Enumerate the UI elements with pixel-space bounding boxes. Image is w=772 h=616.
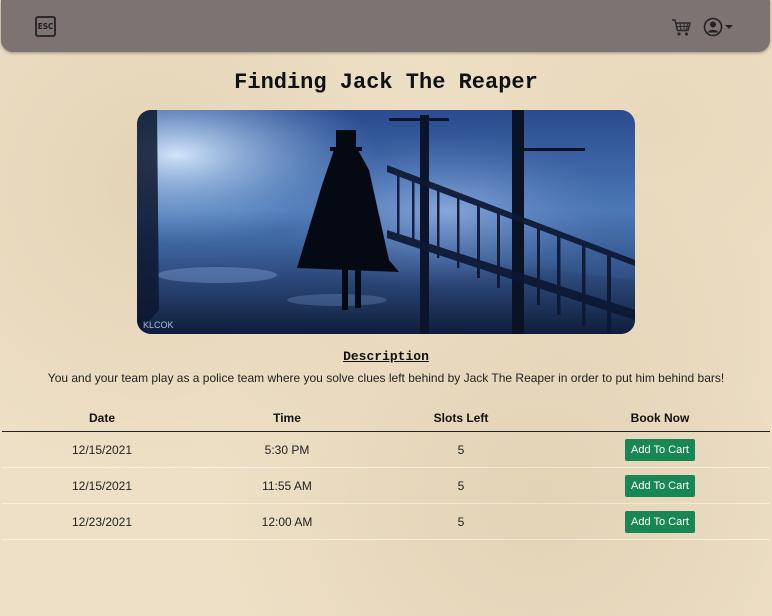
escape-room-image: KLCOK [137,110,635,334]
chevron-down-icon [725,25,733,29]
image-watermark: KLCOK [143,320,174,330]
column-header-time: Time [202,404,372,432]
cell-slots-left: 5 [372,503,550,540]
add-to-cart-button[interactable]: Add To Cart [625,438,695,461]
column-header-date: Date [2,404,202,432]
cell-date: 12/15/2021 [2,467,202,504]
cell-book-now: Add To Cart [550,467,770,504]
cell-date: 12/15/2021 [2,431,202,468]
cell-time: 12:00 AM [202,503,372,540]
cell-book-now: Add To Cart [550,431,770,468]
description-heading: Description [343,349,429,364]
cell-date: 12/23/2021 [2,503,202,540]
column-header-book-now: Book Now [550,404,770,432]
description-text: You and your team play as a police team … [47,371,725,385]
cell-slots-left: 5 [372,467,550,504]
column-header-slots-left: Slots Left [372,404,550,432]
esc-logo[interactable]: ESC [35,16,56,37]
cell-time: 11:55 AM [202,467,372,504]
cell-slots-left: 5 [372,431,550,468]
cell-time: 5:30 PM [202,431,372,468]
user-circle-icon [703,17,723,37]
add-to-cart-button[interactable]: Add To Cart [625,510,695,533]
table-row: 12/15/2021 11:55 AM 5 Add To Cart [2,467,770,504]
schedule-table: Date Time Slots Left Book Now 12/15/2021… [2,404,770,540]
table-row: 12/23/2021 12:00 AM 5 Add To Cart [2,503,770,540]
add-to-cart-button[interactable]: Add To Cart [625,474,695,497]
table-row: 12/15/2021 5:30 PM 5 Add To Cart [2,431,770,468]
cell-book-now: Add To Cart [550,503,770,540]
navbar: ESC [1,0,770,52]
page-title: Finding Jack The Reaper [234,70,538,95]
shopping-cart-icon[interactable] [671,18,692,37]
table-header-row: Date Time Slots Left Book Now [2,404,770,432]
user-menu-toggle[interactable] [703,17,735,39]
